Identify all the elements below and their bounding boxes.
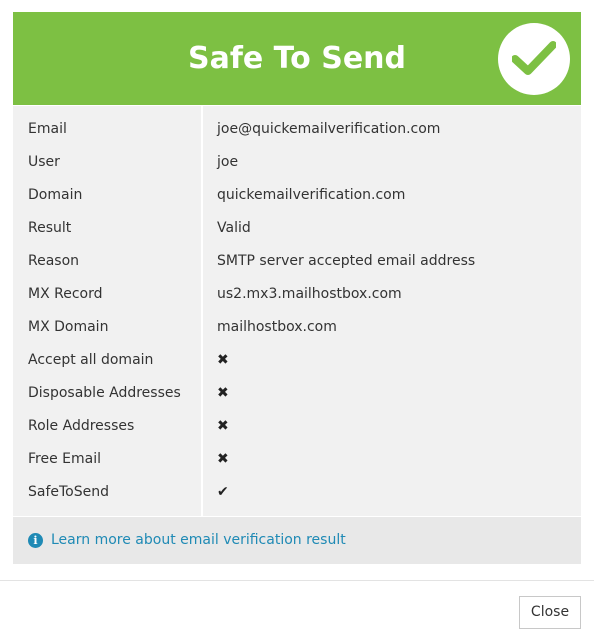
info-icon: i bbox=[28, 533, 43, 548]
row-label-disposable-addresses: Disposable Addresses bbox=[28, 385, 181, 401]
check-circle-icon bbox=[498, 23, 570, 95]
table-row: Free Email ✖ bbox=[13, 443, 581, 476]
row-value-domain: quickemailverification.com bbox=[217, 187, 406, 203]
cross-icon: ✖ bbox=[217, 385, 229, 401]
result-header: Safe To Send bbox=[13, 12, 581, 105]
cross-icon: ✖ bbox=[217, 451, 229, 467]
row-label-free-email: Free Email bbox=[28, 451, 102, 467]
row-value-mx-domain: mailhostbox.com bbox=[217, 319, 337, 335]
row-value-email: joe@quickemailverification.com bbox=[217, 121, 441, 137]
result-title: Safe To Send bbox=[187, 41, 406, 76]
table-row: User joe bbox=[13, 146, 581, 179]
row-label-safetosend: SafeToSend bbox=[28, 484, 110, 500]
cross-icon: ✖ bbox=[217, 352, 229, 368]
row-label-domain: Domain bbox=[28, 187, 83, 203]
table-row: Reason SMTP server accepted email addres… bbox=[13, 245, 581, 278]
learn-more-link[interactable]: Learn more about email verification resu… bbox=[51, 517, 346, 564]
table-row: Role Addresses ✖ bbox=[13, 410, 581, 443]
table-row: Email joe@quickemailverification.com bbox=[13, 113, 581, 146]
row-label-email: Email bbox=[28, 121, 67, 137]
check-icon: ✔ bbox=[217, 484, 229, 500]
cross-icon: ✖ bbox=[217, 418, 229, 434]
verification-details-table: Email joe@quickemailverification.com Use… bbox=[13, 106, 581, 516]
table-row: Domain quickemailverification.com bbox=[13, 179, 581, 212]
table-row: MX Record us2.mx3.mailhostbox.com bbox=[13, 278, 581, 311]
table-row: SafeToSend ✔ bbox=[13, 476, 581, 509]
close-button[interactable]: Close bbox=[519, 596, 581, 629]
footer-divider bbox=[0, 580, 594, 581]
row-label-reason: Reason bbox=[28, 253, 80, 269]
check-mark-icon bbox=[512, 41, 556, 75]
row-value-result: Valid bbox=[217, 220, 251, 236]
table-row: Result Valid bbox=[13, 212, 581, 245]
table-row: Accept all domain ✖ bbox=[13, 344, 581, 377]
row-value-user: joe bbox=[217, 154, 239, 170]
table-row: MX Domain mailhostbox.com bbox=[13, 311, 581, 344]
row-label-role-addresses: Role Addresses bbox=[28, 418, 135, 434]
table-row: Disposable Addresses ✖ bbox=[13, 377, 581, 410]
info-bar: i Learn more about email verification re… bbox=[13, 517, 581, 564]
row-label-user: User bbox=[28, 154, 60, 170]
row-label-mx-record: MX Record bbox=[28, 286, 103, 302]
row-label-mx-domain: MX Domain bbox=[28, 319, 109, 335]
row-label-result: Result bbox=[28, 220, 72, 236]
row-value-reason: SMTP server accepted email address bbox=[217, 253, 476, 269]
row-value-mx-record: us2.mx3.mailhostbox.com bbox=[217, 286, 402, 302]
row-label-accept-all-domain: Accept all domain bbox=[28, 352, 154, 368]
